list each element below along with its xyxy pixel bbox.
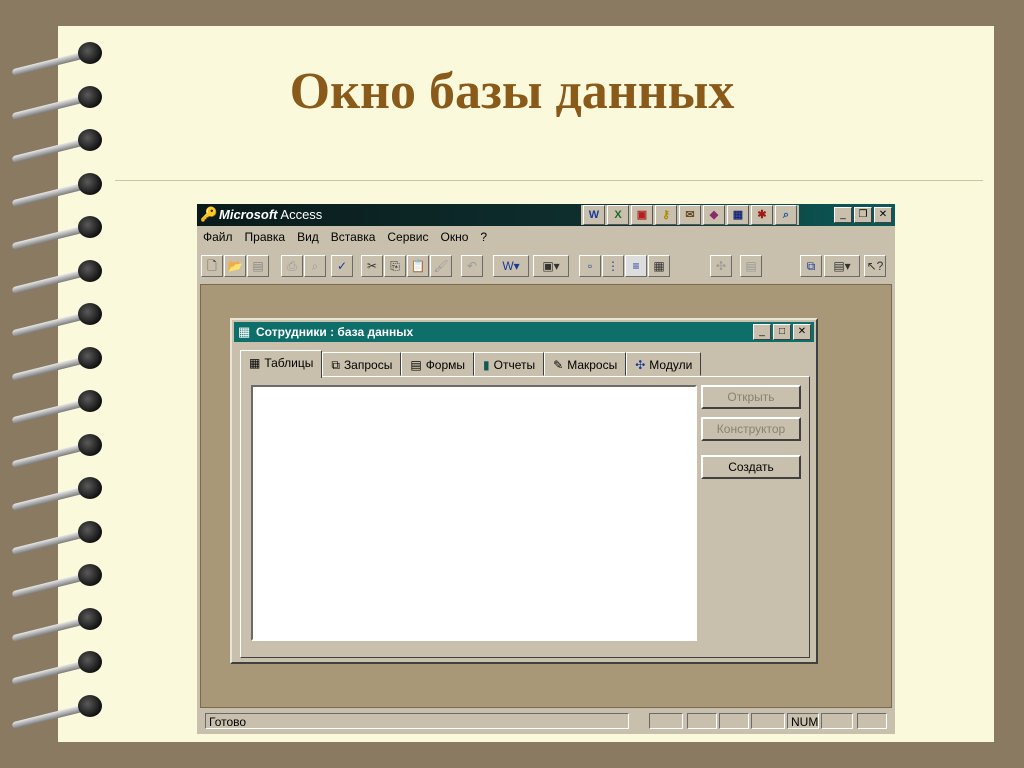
- app-title: Microsoft Access: [219, 207, 323, 222]
- status-cell: [719, 713, 749, 729]
- menu-file[interactable]: Файл: [203, 226, 233, 248]
- list-view-icon[interactable]: ≡: [625, 255, 647, 277]
- paste-icon[interactable]: 📋: [407, 255, 429, 277]
- new-object-icon[interactable]: ▤▾: [824, 255, 860, 277]
- db-maximize-button[interactable]: □: [773, 324, 791, 340]
- spiral-ring: [10, 649, 102, 686]
- db-titlebar[interactable]: ▦ Сотрудники : база данных _ □ ✕: [234, 322, 814, 342]
- spiral-ring: [10, 214, 102, 251]
- menu-window[interactable]: Окно: [440, 226, 468, 248]
- module-icon: ✣: [635, 358, 646, 372]
- binder-icon[interactable]: ✱: [751, 205, 773, 225]
- status-cell: [687, 713, 717, 729]
- spiral-ring: [10, 388, 102, 425]
- key-icon[interactable]: ⚷: [655, 205, 677, 225]
- tables-panel: Открыть Конструктор Создать: [240, 376, 810, 658]
- open-folder-icon[interactable]: 📂: [224, 255, 246, 277]
- query-icon: ⧉: [331, 358, 340, 372]
- print-icon[interactable]: ⎙: [281, 255, 303, 277]
- new-icon[interactable]: 🗋: [201, 255, 223, 277]
- spiral-ring: [10, 519, 102, 555]
- menu-insert[interactable]: Вставка: [331, 226, 376, 248]
- menu-help[interactable]: ?: [480, 226, 487, 248]
- database-icon: ▦: [238, 324, 251, 339]
- objects-list[interactable]: [251, 385, 697, 641]
- slide-title: Окно базы данных: [289, 63, 735, 120]
- tab-modules[interactable]: ✣ Модули: [626, 352, 702, 376]
- db-minimize-button[interactable]: _: [753, 324, 771, 340]
- details-view-icon[interactable]: ▦: [648, 255, 670, 277]
- app-close-button[interactable]: ✕: [874, 207, 892, 223]
- spiral-ring: [10, 127, 102, 164]
- find-icon[interactable]: ⌕: [775, 205, 797, 225]
- report-icon: ▮: [483, 358, 490, 372]
- status-cell: [751, 713, 785, 729]
- cut-icon[interactable]: ✂: [361, 255, 383, 277]
- menu-bar: Файл Правка Вид Вставка Сервис Окно ?: [197, 226, 895, 248]
- office-links-icon[interactable]: W▾: [493, 255, 529, 277]
- large-icons-icon[interactable]: ▫: [579, 255, 601, 277]
- code-icon[interactable]: ✣: [710, 255, 732, 277]
- powerpoint-icon[interactable]: ▣: [631, 205, 653, 225]
- status-text: Готово: [205, 713, 629, 729]
- undo-icon[interactable]: ↶: [461, 255, 483, 277]
- menu-tools[interactable]: Сервис: [387, 226, 428, 248]
- excel-icon[interactable]: X: [607, 205, 629, 225]
- spiral-ring: [10, 606, 102, 642]
- spiral-ring: [10, 562, 102, 599]
- status-cell: [821, 713, 853, 729]
- mail-icon[interactable]: ✉: [679, 205, 701, 225]
- menu-edit[interactable]: Правка: [245, 226, 286, 248]
- copy-icon[interactable]: ⎘: [384, 255, 406, 277]
- form-icon: ▤: [410, 358, 422, 372]
- save-icon[interactable]: ▤: [247, 255, 269, 277]
- title-divider: [115, 180, 983, 181]
- macro-icon: ✎: [553, 358, 564, 372]
- spelling-icon[interactable]: ✓: [331, 255, 353, 277]
- schedule-icon[interactable]: ▦: [727, 205, 749, 225]
- format-painter-icon[interactable]: 🖌: [430, 255, 452, 277]
- status-bar: Готово NUM: [197, 710, 895, 734]
- spiral-ring: [10, 475, 102, 512]
- app-minimize-button[interactable]: _: [834, 207, 852, 223]
- print-preview-icon[interactable]: ⌕: [304, 255, 326, 277]
- tab-macros[interactable]: ✎ Макросы: [544, 352, 627, 376]
- tab-tables[interactable]: ▦ Таблицы: [240, 350, 323, 378]
- status-cell: [857, 713, 887, 729]
- word-icon[interactable]: W: [583, 205, 605, 225]
- table-icon: ▦: [249, 356, 261, 370]
- num-indicator: NUM: [787, 713, 819, 729]
- object-tabs: ▦ Таблицы ⧉ Запросы ▤ Формы ▮ Отчеты ✎ Макрос…: [240, 350, 702, 378]
- properties-icon[interactable]: ▤: [740, 255, 762, 277]
- app-titlebar[interactable]: 🔑 Microsoft Access W X ▣ ⚷ ✉ ◆ ▦ ✱ ⌕ _ ❐…: [197, 204, 895, 226]
- office-shortcut-bar: W X ▣ ⚷ ✉ ◆ ▦ ✱ ⌕: [581, 205, 799, 225]
- spiral-ring: [10, 258, 102, 294]
- book-icon[interactable]: ◆: [703, 205, 725, 225]
- design-button[interactable]: Конструктор: [701, 417, 801, 441]
- create-button[interactable]: Создать: [701, 455, 801, 479]
- spiral-ring: [10, 301, 102, 338]
- tab-reports[interactable]: ▮ Отчеты: [474, 352, 545, 376]
- open-button[interactable]: Открыть: [701, 385, 801, 409]
- db-close-button[interactable]: ✕: [793, 324, 811, 340]
- standard-toolbar: 🗋 📂 ▤ ⎙ ⌕ ✓ ✂ ⎘ 📋 🖌 ↶ W▾ ▣▾ ▫ ⋮ ≡ ▦ ✣ ▤ …: [197, 252, 895, 280]
- analyze-icon[interactable]: ▣▾: [533, 255, 569, 277]
- spiral-ring: [10, 432, 102, 468]
- tab-queries[interactable]: ⧉ Запросы: [322, 352, 402, 376]
- spiral-ring: [10, 171, 102, 207]
- tab-forms[interactable]: ▤ Формы: [401, 352, 475, 376]
- status-cell: [649, 713, 683, 729]
- spiral-ring: [10, 345, 102, 381]
- help-pointer-icon[interactable]: ↖?: [864, 255, 886, 277]
- menu-view[interactable]: Вид: [297, 226, 319, 248]
- db-title: Сотрудники : база данных: [256, 325, 414, 339]
- relationships-icon[interactable]: ⧉: [800, 255, 822, 277]
- small-icons-icon[interactable]: ⋮: [602, 255, 624, 277]
- app-restore-button[interactable]: ❐: [854, 207, 872, 223]
- database-window: ▦ Сотрудники : база данных _ □ ✕ ▦ Таблиц…: [230, 318, 818, 664]
- spiral-ring: [10, 693, 102, 729]
- access-key-icon: 🔑: [200, 206, 218, 222]
